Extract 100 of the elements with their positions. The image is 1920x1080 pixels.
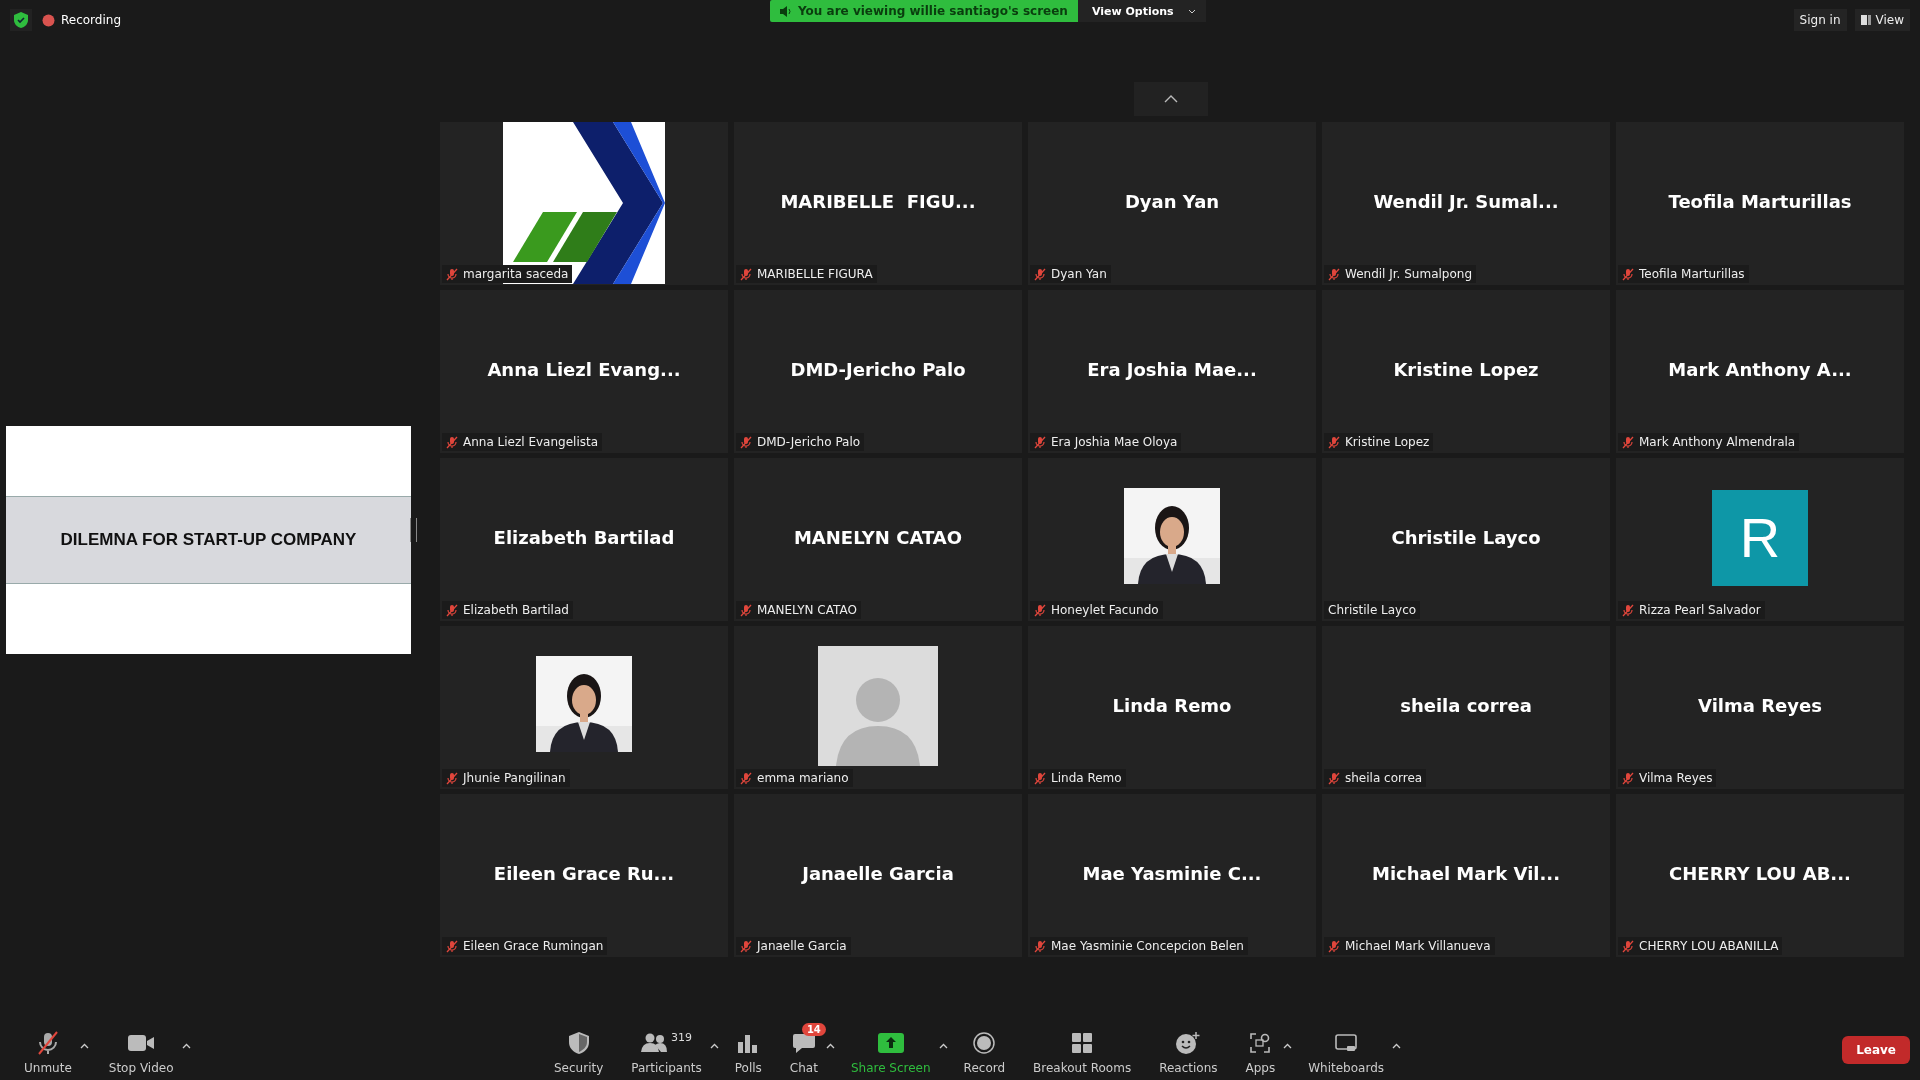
security-shield-icon[interactable] [14, 12, 28, 28]
video-tile[interactable]: Jhunie Pangilinan [440, 626, 728, 789]
video-tile[interactable]: Anna Liezl Evang... Anna Liezl Evangelista [440, 290, 728, 453]
toolbar-button[interactable]: Whiteboards [1294, 1023, 1398, 1077]
participant-display-name: MANELYN CATAO [793, 527, 963, 548]
toolbar-button[interactable]: Breakout Rooms [1019, 1023, 1146, 1077]
participant-name: Mark Anthony Almendrala [1639, 435, 1796, 449]
video-tile[interactable]: Vilma Reyes Vilma Reyes [1616, 626, 1904, 789]
video-tile[interactable]: sheila correa sheila correa [1322, 626, 1610, 789]
recording-label: Recording [61, 13, 122, 27]
participant-name: Mae Yasminie Concepcion Belen [1051, 939, 1244, 953]
video-tile[interactable]: DMD-Jericho Palo DMD-Jericho Palo [734, 290, 1022, 453]
participant-display-name: Elizabeth Bartilad [493, 527, 675, 548]
video-camera-icon [128, 1034, 155, 1052]
participant-display-name: DMD-Jericho Palo [790, 359, 966, 380]
video-tile[interactable]: R Rizza Pearl Salvador [1616, 458, 1904, 621]
toolbar-button[interactable]: Stop Video [94, 1023, 188, 1077]
participant-name: Vilma Reyes [1639, 771, 1713, 785]
caret-icon [709, 1043, 719, 1049]
toolbar-label: Security [554, 1061, 604, 1075]
video-tile[interactable]: Dyan Yan Dyan Yan [1028, 122, 1316, 285]
video-tile[interactable]: Michael Mark Vil... Michael Mark Villanueva [1322, 794, 1610, 957]
participant-name: Eileen Grace Rumingan [463, 939, 604, 953]
participant-display-name: sheila correa [1400, 695, 1532, 716]
video-tile[interactable]: Christile Layco Christile Layco [1322, 458, 1610, 621]
participant-name: Jhunie Pangilinan [463, 771, 566, 785]
video-tile[interactable]: Honeylet Facundo [1028, 458, 1316, 621]
video-tile[interactable]: Elizabeth Bartilad Elizabeth Bartilad [440, 458, 728, 621]
chat-bubble-icon [792, 1033, 815, 1053]
chevron-up-icon [1164, 95, 1178, 103]
caret-icon [181, 1043, 191, 1049]
view-options-button[interactable]: View Options [1077, 0, 1206, 22]
toolbar-button[interactable]: Share Screen [836, 1023, 945, 1077]
participant-name: Teofila Marturillas [1639, 267, 1745, 281]
toolbar-button[interactable]: Reactions [1145, 1023, 1232, 1077]
toolbar-label: Breakout Rooms [1033, 1061, 1132, 1075]
video-tile[interactable]: MANELYN CATAO MANELYN CATAO [734, 458, 1022, 621]
letter-avatar: R [1712, 489, 1808, 586]
video-tile[interactable]: Wendil Jr. Sumal... Wendil Jr. Sumalpong [1322, 122, 1610, 285]
toolbar-button[interactable]: 14 Chat [775, 1023, 832, 1077]
toolbar-button[interactable]: Polls [720, 1023, 776, 1077]
participant-name: Janaelle Garcia [757, 939, 847, 953]
participant-name: Honeylet Facundo [1051, 603, 1159, 617]
video-tile[interactable]: Era Joshia Mae... Era Joshia Mae Oloya [1028, 290, 1316, 453]
toolbar-button[interactable]: Security [540, 1023, 618, 1077]
toolbar-label: Whiteboards [1308, 1061, 1384, 1075]
participant-name: Linda Remo [1051, 771, 1122, 785]
video-tile[interactable]: margarita saceda [440, 122, 728, 285]
toolbar-label: Polls [734, 1061, 762, 1075]
participant-count: 319 [671, 1031, 693, 1044]
record-icon [973, 1032, 996, 1054]
video-tile[interactable]: Kristine Lopez Kristine Lopez [1322, 290, 1610, 453]
participant-display-name: Janaelle Garcia [802, 863, 954, 884]
video-tile[interactable]: MARIBELLE FIGU... MARIBELLE FIGURA [734, 122, 1022, 285]
video-tile[interactable]: emma mariano [734, 626, 1022, 789]
participant-display-name: Michael Mark Vil... [1372, 863, 1560, 884]
video-tile[interactable]: Eileen Grace Ru... Eileen Grace Rumingan [440, 794, 728, 957]
view-icon [1860, 15, 1871, 25]
video-tile[interactable]: CHERRY LOU AB... CHERRY LOU ABANILLA [1616, 794, 1904, 957]
toolbar-label: Reactions [1159, 1061, 1218, 1075]
participant-display-name: Eileen Grace Ru... [493, 863, 675, 884]
participant-name: Era Joshia Mae Oloya [1051, 435, 1178, 449]
toolbar-button[interactable]: Unmute [10, 1023, 86, 1077]
toolbar-button[interactable]: 319 Participants [617, 1023, 716, 1077]
video-tile[interactable]: Teofila Marturillas Teofila Marturillas [1616, 122, 1904, 285]
view-button[interactable]: View [1854, 9, 1910, 31]
resize-handle[interactable] [410, 518, 417, 542]
slide-title: DILEMNA FOR START-UP COMPANY [60, 530, 357, 550]
smiley-plus-icon [1176, 1032, 1201, 1054]
participants-icon [641, 1033, 668, 1053]
participant-display-name: Teofila Marturillas [1668, 191, 1852, 212]
participant-display-name: Mae Yasminie C... [1082, 863, 1262, 884]
participant-display-name: Mark Anthony A... [1668, 359, 1852, 380]
participant-display-name: Era Joshia Mae... [1087, 359, 1257, 380]
video-tile[interactable]: Linda Remo Linda Remo [1028, 626, 1316, 789]
toolbar-button[interactable]: Record [949, 1023, 1020, 1077]
speaker-icon [780, 5, 792, 17]
caret-icon [938, 1043, 948, 1049]
participant-name: Michael Mark Villanueva [1345, 939, 1491, 953]
participant-name: MARIBELLE FIGURA [757, 267, 873, 281]
video-tile[interactable]: Janaelle Garcia Janaelle Garcia [734, 794, 1022, 957]
participant-name: Rizza Pearl Salvador [1639, 603, 1761, 617]
participant-name: sheila correa [1345, 771, 1423, 785]
leave-button[interactable]: Leave [1842, 1036, 1910, 1064]
toolbar-button[interactable]: Apps [1231, 1023, 1290, 1077]
video-tile[interactable]: Mae Yasminie C... Mae Yasminie Concepcion Belen [1028, 794, 1316, 957]
grid-icon [1072, 1033, 1093, 1053]
whiteboard-icon [1335, 1034, 1358, 1052]
toolbar-label: Unmute [24, 1061, 72, 1075]
caret-icon [79, 1043, 89, 1049]
toolbar-label: Stop Video [108, 1061, 174, 1075]
participant-display-name: Anna Liezl Evang... [487, 359, 681, 380]
caret-icon [1392, 1043, 1401, 1049]
video-tile[interactable]: Mark Anthony A... Mark Anthony Almendrala [1616, 290, 1904, 453]
unread-badge: 14 [801, 1023, 826, 1036]
caret-icon [825, 1043, 835, 1049]
sign-in-button[interactable]: Sign in [1793, 9, 1847, 31]
participant-display-name: Dyan Yan [1124, 191, 1220, 212]
toolbar-label: Participants [631, 1061, 702, 1075]
recording-dot-icon [42, 13, 55, 27]
